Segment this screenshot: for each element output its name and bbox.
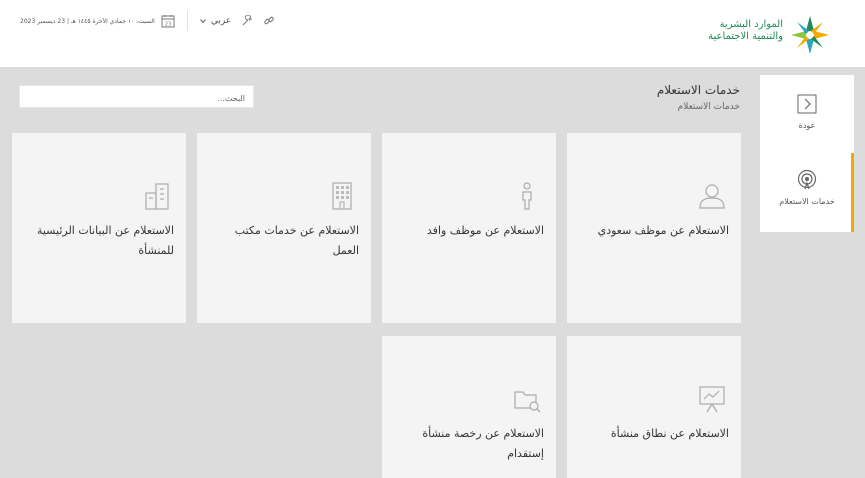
back-label: عودة <box>798 121 816 130</box>
nav-inquiry-services[interactable]: خدمات الاستعلام <box>760 153 854 232</box>
calendar-day: 23 <box>165 22 171 28</box>
language-label: عربي <box>210 16 232 26</box>
person-standing-icon <box>522 182 532 210</box>
top-header: الموارد البشرية والتنمية الاجتماعية السب… <box>0 0 865 67</box>
person-icon <box>699 184 725 209</box>
breadcrumb[interactable]: خدمات الاستعلام <box>678 102 740 112</box>
card-recruitment-license-inquiry[interactable]: الاستعلام عن رخصة منشأة إستقدام <box>382 336 556 478</box>
logo-line-2: والتنمية الاجتماعية <box>708 31 783 42</box>
card-expat-employee-inquiry[interactable]: الاستعلام عن موظف وافد <box>382 133 556 323</box>
header-tools: السبت، ١٠ جمادي الآخرة ١٤٤٥ هـ | 23 ديسم… <box>20 11 275 31</box>
side-navigation: عودة خدمات الاستعلام <box>760 75 854 232</box>
wrench-icon[interactable] <box>241 15 253 27</box>
card-title: الاستعلام عن رخصة منشأة إستقدام <box>422 427 544 460</box>
chevron-right-icon <box>797 94 817 114</box>
card-title: الاستعلام عن البيانات الرئيسية للمنشأة <box>36 224 174 257</box>
buildings-icon <box>145 183 169 210</box>
current-date: السبت، ١٠ جمادي الآخرة ١٤٤٥ هـ | 23 ديسم… <box>20 17 155 25</box>
broadcast-icon <box>797 169 817 190</box>
language-selector[interactable]: عربي <box>199 16 232 26</box>
nav-inquiry-label: خدمات الاستعلام <box>779 197 835 206</box>
logo-text: الموارد البشرية والتنمية الاجتماعية <box>708 19 783 43</box>
link-icon[interactable] <box>263 15 275 27</box>
card-title: الاستعلام عن موظف سعودي <box>597 224 729 237</box>
card-title: الاستعلام عن خدمات مكتب العمل <box>234 224 359 257</box>
card-establishment-data-inquiry[interactable]: الاستعلام عن البيانات الرئيسية للمنشأة <box>12 133 186 323</box>
back-button[interactable]: عودة <box>760 93 854 153</box>
office-building-icon <box>332 182 352 210</box>
logo-line-1: الموارد البشرية <box>719 19 783 30</box>
calendar-icon: 23 <box>161 15 175 28</box>
card-title: الاستعلام عن نطاق منشأة <box>610 427 729 440</box>
search-input[interactable] <box>20 88 253 109</box>
header-divider <box>186 11 188 31</box>
chevron-down-icon <box>199 19 206 24</box>
card-saudi-employee-inquiry[interactable]: الاستعلام عن موظف سعودي <box>567 133 741 323</box>
search-box <box>19 85 254 109</box>
presentation-chart-icon <box>699 386 725 413</box>
logo-star-icon <box>791 16 829 54</box>
page-title: خدمات الاستعلام <box>656 83 740 97</box>
folder-search-icon <box>514 391 541 413</box>
card-establishment-range-inquiry[interactable]: الاستعلام عن نطاق منشأة <box>567 336 741 478</box>
card-title: الاستعلام عن موظف وافد <box>426 224 544 237</box>
ministry-logo[interactable]: الموارد البشرية والتنمية الاجتماعية <box>706 14 831 56</box>
card-labor-office-inquiry[interactable]: الاستعلام عن خدمات مكتب العمل <box>197 133 371 323</box>
